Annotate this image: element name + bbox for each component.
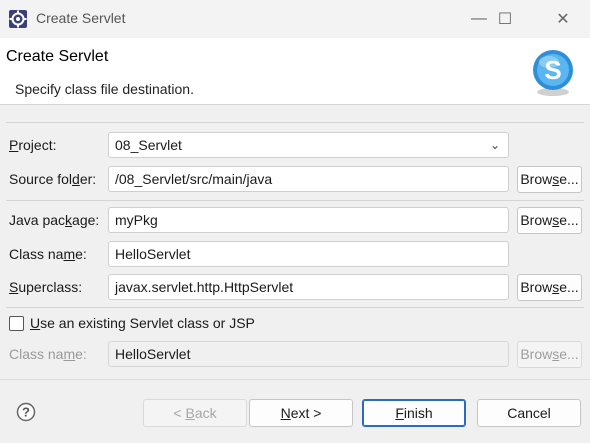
cancel-button[interactable]: Cancel [477, 399, 581, 427]
page-description: Specify class file destination. [15, 81, 194, 97]
page-title: Create Servlet [6, 48, 109, 65]
class-name-label: Class name: [9, 246, 87, 262]
java-package-input[interactable]: myPkg [108, 207, 509, 233]
close-button[interactable]: ✕ [540, 0, 586, 38]
next-button[interactable]: Next > [249, 399, 353, 427]
source-folder-browse-button[interactable]: Browse... [517, 166, 582, 193]
close-icon: ✕ [556, 11, 570, 28]
chevron-down-icon: ⌄ [489, 138, 500, 152]
superclass-input[interactable]: javax.servlet.http.HttpServlet [108, 274, 509, 300]
header-divider [0, 104, 590, 105]
window-title: Create Servlet [36, 10, 126, 26]
maximize-button[interactable]: ☐ [482, 0, 528, 38]
source-folder-label: Source folder: [9, 171, 97, 187]
use-existing-label: Use an existing Servlet class or JSP [30, 315, 255, 331]
source-folder-input[interactable]: /08_Servlet/src/main/java [108, 166, 509, 192]
wizard-header: Create Servlet Specify class file destin… [0, 38, 590, 104]
java-package-browse-button[interactable]: Browse... [517, 207, 582, 234]
existing-class-browse-button: Browse... [517, 341, 582, 368]
existing-class-input: HelloServlet [108, 341, 509, 367]
use-existing-row[interactable]: Use an existing Servlet class or JSP [9, 315, 255, 331]
help-icon[interactable]: ? [16, 402, 36, 422]
section-divider-2 [6, 307, 584, 308]
class-name-input[interactable]: HelloServlet [108, 241, 509, 267]
logo-letter: S [544, 55, 561, 85]
back-button: < Back [143, 399, 247, 427]
java-package-label: Java package: [9, 212, 100, 228]
title-bar: Create Servlet — ☐ ✕ [0, 0, 590, 38]
use-existing-checkbox[interactable] [9, 315, 24, 331]
eclipse-gear-icon [9, 10, 27, 28]
superclass-browse-button[interactable]: Browse... [517, 274, 582, 301]
section-divider-top [6, 122, 584, 123]
help-glyph: ? [22, 405, 30, 420]
project-select-value: 08_Servlet [115, 137, 182, 153]
section-divider-1 [6, 200, 584, 201]
servlet-logo-icon: S [533, 50, 573, 96]
footer-divider [0, 379, 590, 380]
maximize-icon: ☐ [497, 11, 513, 28]
finish-button[interactable]: Finish [362, 399, 466, 427]
project-label: Project: [9, 137, 57, 153]
superclass-label: Superclass: [9, 279, 83, 295]
existing-class-label: Class name: [9, 346, 87, 362]
project-select[interactable]: 08_Servlet ⌄ [108, 132, 509, 158]
